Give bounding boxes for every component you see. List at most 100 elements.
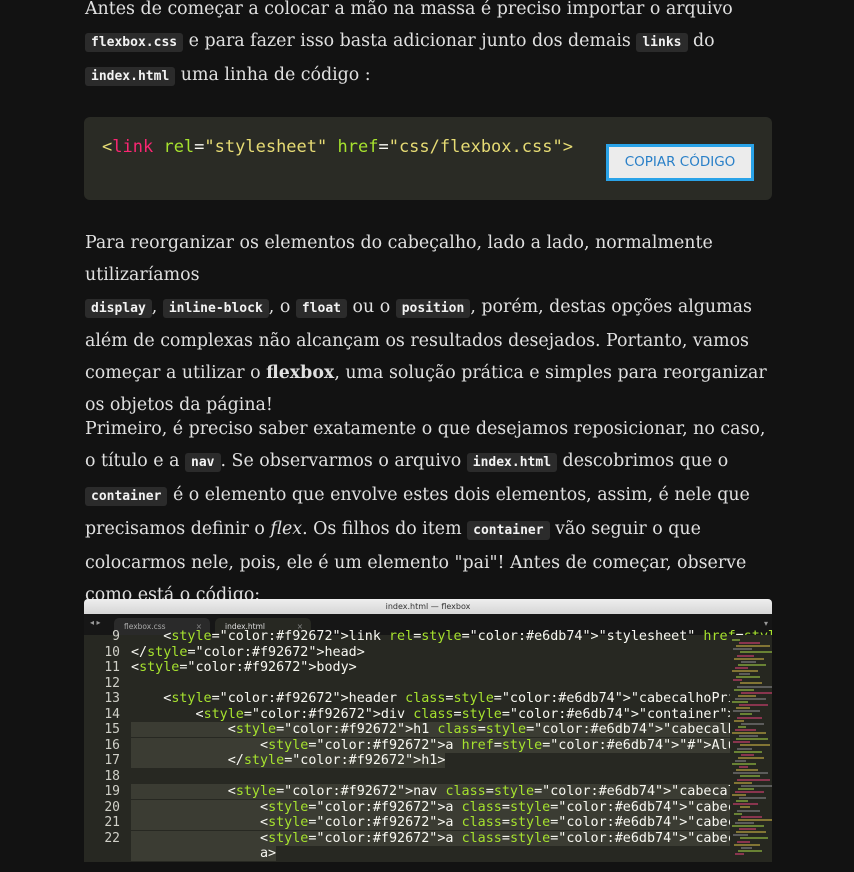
- code-attr: href: [337, 137, 379, 157]
- inline-code-nav: nav: [185, 453, 221, 472]
- minimap-line: [732, 670, 758, 672]
- minimap-line: [738, 694, 756, 697]
- minimap-line: [739, 704, 768, 707]
- copy-code-button[interactable]: COPIAR CÓDIGO: [606, 144, 754, 181]
- minimap-line: [733, 772, 768, 775]
- bold-flexbox: flexbox: [266, 363, 335, 383]
- minimap-line: [732, 639, 740, 641]
- code-line[interactable]: <style="color:#f92672">nav class=style="…: [131, 784, 772, 799]
- container-paragraph: Primeiro, é preciso saber exatamente o q…: [85, 413, 775, 611]
- editor-screenshot: index.html — flexbox ◂ ▸ flexbox.css × i…: [84, 599, 772, 862]
- minimap-line: [738, 849, 762, 852]
- paragraph-text: . Os filhos do item: [302, 519, 468, 539]
- minimap-line: [738, 725, 746, 728]
- line-number: 15: [104, 722, 120, 737]
- minimap-line: [734, 843, 760, 846]
- minimap-line: [741, 846, 752, 849]
- code-tag: link: [112, 137, 154, 157]
- italic-flex: flex: [270, 519, 303, 539]
- intro-text: do: [687, 31, 715, 51]
- line-number: 11: [104, 660, 120, 675]
- code-line[interactable]: a>: [131, 846, 277, 861]
- minimap-line: [732, 763, 756, 765]
- minimap-line: [740, 744, 770, 747]
- minimap-line: [740, 775, 760, 778]
- code-token: >: [562, 137, 573, 157]
- minimap-line: [741, 722, 764, 725]
- code-line[interactable]: </style="color:#f92672">head>: [131, 645, 365, 660]
- paragraph-text: descobrimos que o: [557, 451, 729, 471]
- minimap-line: [735, 759, 746, 762]
- minimap-line: [737, 654, 754, 657]
- minimap-line: [734, 812, 742, 815]
- inline-code-flexbox-css: flexbox.css: [85, 33, 184, 52]
- code-line[interactable]: <style="color:#f92672">h1 class=style="c…: [131, 722, 772, 737]
- inline-code-container: container: [85, 487, 168, 506]
- paragraph-text: Para reorganizar os elementos do cabeçal…: [85, 233, 713, 285]
- minimap-line: [733, 803, 758, 806]
- inline-code-position: position: [395, 299, 471, 318]
- intro-text: Antes de começar a colocar a mão na mass…: [85, 0, 733, 19]
- flexbox-paragraph: Para reorganizar os elementos do cabeçal…: [85, 227, 775, 421]
- separator: ,: [151, 297, 163, 317]
- minimap-line: [733, 710, 760, 713]
- inline-code-index-html: index.html: [85, 67, 176, 86]
- minimap-line: [741, 691, 772, 694]
- paragraph-text: . Se observarmos o arquivo: [220, 451, 467, 471]
- code-line[interactable]: <style="color:#f92672">a class=style="co…: [131, 799, 772, 815]
- minimap-line: [739, 797, 766, 800]
- inline-code-index-html: index.html: [466, 453, 558, 472]
- code-line[interactable]: <style="color:#f92672">a class=style="co…: [131, 830, 772, 846]
- minimap[interactable]: [730, 635, 772, 862]
- minimap-line: [735, 728, 756, 731]
- tab-arrows-icon[interactable]: ◂ ▸: [90, 618, 101, 627]
- minimap-line: [739, 766, 748, 769]
- minimap-line: [732, 732, 766, 734]
- intro-text: uma linha de código :: [175, 65, 371, 85]
- intro-paragraph: Antes de começar a colocar a mão na mass…: [85, 0, 775, 93]
- minimap-line: [738, 663, 766, 666]
- minimap-line: [737, 809, 760, 812]
- minimap-line: [738, 756, 764, 759]
- minimap-line: [734, 657, 764, 660]
- window-titlebar: index.html — flexbox: [84, 599, 772, 614]
- minimap-line: [734, 781, 752, 784]
- chevron-down-icon[interactable]: ▾: [764, 619, 768, 628]
- minimap-line: [732, 701, 748, 703]
- code-token: =: [194, 137, 205, 157]
- code-line[interactable]: <style="color:#f92672">a href=style="col…: [131, 737, 772, 753]
- minimap-line: [741, 753, 754, 756]
- minimap-line: [736, 707, 750, 710]
- line-number: 17: [104, 753, 120, 768]
- code-line[interactable]: <style="color:#f92672">link rel=style="c…: [131, 629, 772, 644]
- inline-code-display: display: [85, 299, 152, 318]
- minimap-line: [733, 648, 752, 651]
- minimap-line: [739, 828, 756, 831]
- line-number: 12: [104, 675, 120, 691]
- separator: ou o: [346, 297, 396, 317]
- inline-code-inline-block: inline-block: [162, 299, 269, 318]
- minimap-line: [741, 784, 772, 787]
- minimap-line: [733, 679, 742, 682]
- minimap-line: [736, 769, 758, 772]
- line-number: 22: [104, 830, 120, 846]
- code-line[interactable]: <style="color:#f92672">div class=style="…: [131, 707, 735, 722]
- minimap-line: [739, 673, 750, 676]
- minimap-line: [737, 778, 770, 781]
- minimap-line: [736, 800, 748, 803]
- minimap-line: [735, 666, 748, 669]
- inline-code-container: container: [467, 521, 550, 540]
- code-line[interactable]: <style="color:#f92672">header class=styl…: [131, 691, 772, 706]
- code-line[interactable]: </style="color:#f92672">h1>: [131, 753, 446, 768]
- minimap-line: [736, 645, 770, 648]
- minimap-line: [741, 815, 762, 818]
- minimap-line: [735, 790, 764, 793]
- line-number: 10: [104, 644, 120, 660]
- code-line[interactable]: <style="color:#f92672">body>: [131, 660, 357, 675]
- minimap-line: [734, 719, 744, 722]
- code-line[interactable]: <style="color:#f92672">a class=style="co…: [131, 815, 772, 830]
- line-number: 20: [104, 799, 120, 815]
- minimap-line: [735, 852, 744, 855]
- minimap-line: [734, 750, 762, 753]
- minimap-line: [736, 676, 760, 679]
